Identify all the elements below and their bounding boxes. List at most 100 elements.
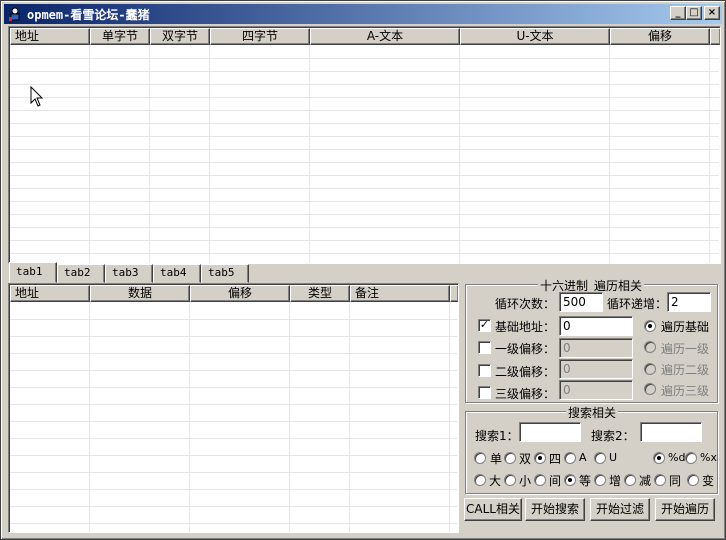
opt-pct-x-radio[interactable]: [685, 452, 697, 464]
grid-row-line: [10, 421, 457, 422]
grid-row-line: [10, 214, 719, 215]
tab-3[interactable]: tab3: [105, 264, 153, 283]
start-traverse-button[interactable]: 开始遍历: [655, 498, 715, 521]
opt-pct-d-radio[interactable]: [653, 452, 665, 464]
mouse-cursor-icon: [30, 86, 44, 107]
grid-row-line: [10, 188, 719, 189]
traverse-base-radio[interactable]: [644, 320, 656, 332]
search-group-title: 搜索相关: [566, 404, 619, 421]
opt-dec-radio[interactable]: [624, 474, 636, 486]
col-a-text[interactable]: A-文本: [310, 28, 460, 45]
tab-5[interactable]: tab5: [201, 264, 249, 283]
main-window: opmem-看雪论坛-蠢猪 _ □ × 地址 单字节 双字节 四字节 A-文本 …: [0, 0, 726, 540]
grid-row-line: [10, 336, 457, 337]
col-dword[interactable]: 四字节: [210, 28, 310, 45]
call-button[interactable]: CALL相关: [464, 498, 522, 521]
traverse-1-label: 遍历一级: [661, 342, 710, 356]
search2-input[interactable]: [640, 422, 702, 442]
col-u-text[interactable]: U-文本: [460, 28, 610, 45]
opt-dec-label: 减: [639, 474, 652, 488]
tab-strip: tab1 tab2 tab3 tab4 tab5: [9, 262, 249, 283]
opt-u-radio[interactable]: [594, 452, 606, 464]
grid-column-line: [609, 45, 610, 263]
col-lower-address[interactable]: 地址: [10, 285, 90, 302]
opt-change-label: 变: [702, 474, 715, 488]
col-byte[interactable]: 单字节: [90, 28, 150, 45]
opt-single-radio[interactable]: [474, 452, 486, 464]
level2-checkbox[interactable]: [478, 364, 491, 377]
loop-step-input[interactable]: 2: [667, 292, 711, 312]
opt-double-label: 双: [519, 452, 532, 466]
grid-row-line: [10, 370, 457, 371]
grid-column-line: [459, 45, 460, 263]
memory-list-header: 地址 单字节 双字节 四字节 A-文本 U-文本 偏移: [10, 28, 720, 45]
start-filter-button[interactable]: 开始过滤: [590, 498, 650, 521]
opt-change-radio[interactable]: [687, 474, 699, 486]
traverse-base-label: 遍历基础: [661, 320, 710, 334]
grid-row-line: [10, 523, 457, 524]
grid-column-line: [309, 45, 310, 263]
col-type[interactable]: 类型: [290, 285, 350, 302]
traverse-2-radio[interactable]: [644, 363, 656, 375]
level3-input[interactable]: 0: [559, 380, 633, 400]
traverse-1-radio[interactable]: [644, 341, 656, 353]
opt-inc-label: 增: [609, 474, 622, 488]
memory-list-view[interactable]: 地址 单字节 双字节 四字节 A-文本 U-文本 偏移: [8, 26, 721, 264]
grid-row-line: [10, 162, 719, 163]
loop-count-input[interactable]: 500: [559, 292, 603, 312]
opt-pct-x-label: %x: [700, 451, 717, 464]
opt-inc-radio[interactable]: [594, 474, 606, 486]
col-address[interactable]: 地址: [10, 28, 90, 45]
opt-greater-radio[interactable]: [474, 474, 486, 486]
tab-2[interactable]: tab2: [57, 264, 105, 283]
loop-step-label: 循环递增：: [607, 297, 668, 311]
grid-row-line: [10, 175, 719, 176]
opt-equal-radio[interactable]: [564, 474, 576, 486]
opt-quad-label: 四: [549, 452, 562, 466]
tab-4[interactable]: tab4: [153, 264, 201, 283]
grid-column-line: [709, 45, 710, 263]
maximize-button[interactable]: □: [686, 6, 702, 20]
grid-row-line: [10, 71, 719, 72]
opt-double-radio[interactable]: [504, 452, 516, 464]
opt-between-radio[interactable]: [534, 474, 546, 486]
col-lower-offset[interactable]: 偏移: [190, 285, 290, 302]
base-addr-label: 基础地址：: [495, 320, 556, 334]
grid-row-line: [10, 387, 457, 388]
level3-checkbox[interactable]: [478, 386, 491, 399]
minimize-icon: _: [675, 7, 681, 18]
opt-less-radio[interactable]: [504, 474, 516, 486]
grid-row-line: [10, 123, 719, 124]
col-note[interactable]: 备注: [350, 285, 450, 302]
grid-row-line: [10, 253, 719, 254]
app-icon: [7, 6, 23, 22]
opt-single-label: 单: [490, 452, 503, 466]
opt-a-radio[interactable]: [564, 452, 576, 464]
grid-row-line: [10, 319, 457, 320]
opt-equal-label: 等: [579, 474, 592, 488]
tab-1[interactable]: tab1: [9, 262, 57, 283]
search1-label: 搜索1：: [475, 429, 519, 443]
opt-same-radio[interactable]: [654, 474, 666, 486]
base-addr-input[interactable]: 0: [559, 316, 633, 336]
minimize-button[interactable]: _: [670, 6, 686, 20]
result-list-view[interactable]: 地址 数据 偏移 类型 备注: [8, 283, 459, 533]
search1-input[interactable]: [519, 422, 581, 442]
opt-quad-radio[interactable]: [534, 452, 546, 464]
traverse-3-radio[interactable]: [644, 383, 656, 395]
close-button[interactable]: ×: [704, 6, 720, 20]
grid-row-line: [10, 136, 719, 137]
col-data[interactable]: 数据: [90, 285, 190, 302]
start-search-button[interactable]: 开始搜索: [525, 498, 585, 521]
grid-column-line: [209, 45, 210, 263]
grid-row-line: [10, 84, 719, 85]
col-offset[interactable]: 偏移: [610, 28, 710, 45]
level3-label: 三级偏移：: [495, 387, 556, 401]
grid-row-line: [10, 506, 457, 507]
level1-input[interactable]: 0: [559, 338, 633, 358]
col-word[interactable]: 双字节: [150, 28, 210, 45]
base-addr-checkbox[interactable]: ✓: [478, 319, 491, 332]
level1-checkbox[interactable]: [478, 341, 491, 354]
level2-input[interactable]: 0: [559, 359, 633, 379]
title-bar[interactable]: opmem-看雪论坛-蠢猪 _ □ ×: [4, 4, 722, 24]
